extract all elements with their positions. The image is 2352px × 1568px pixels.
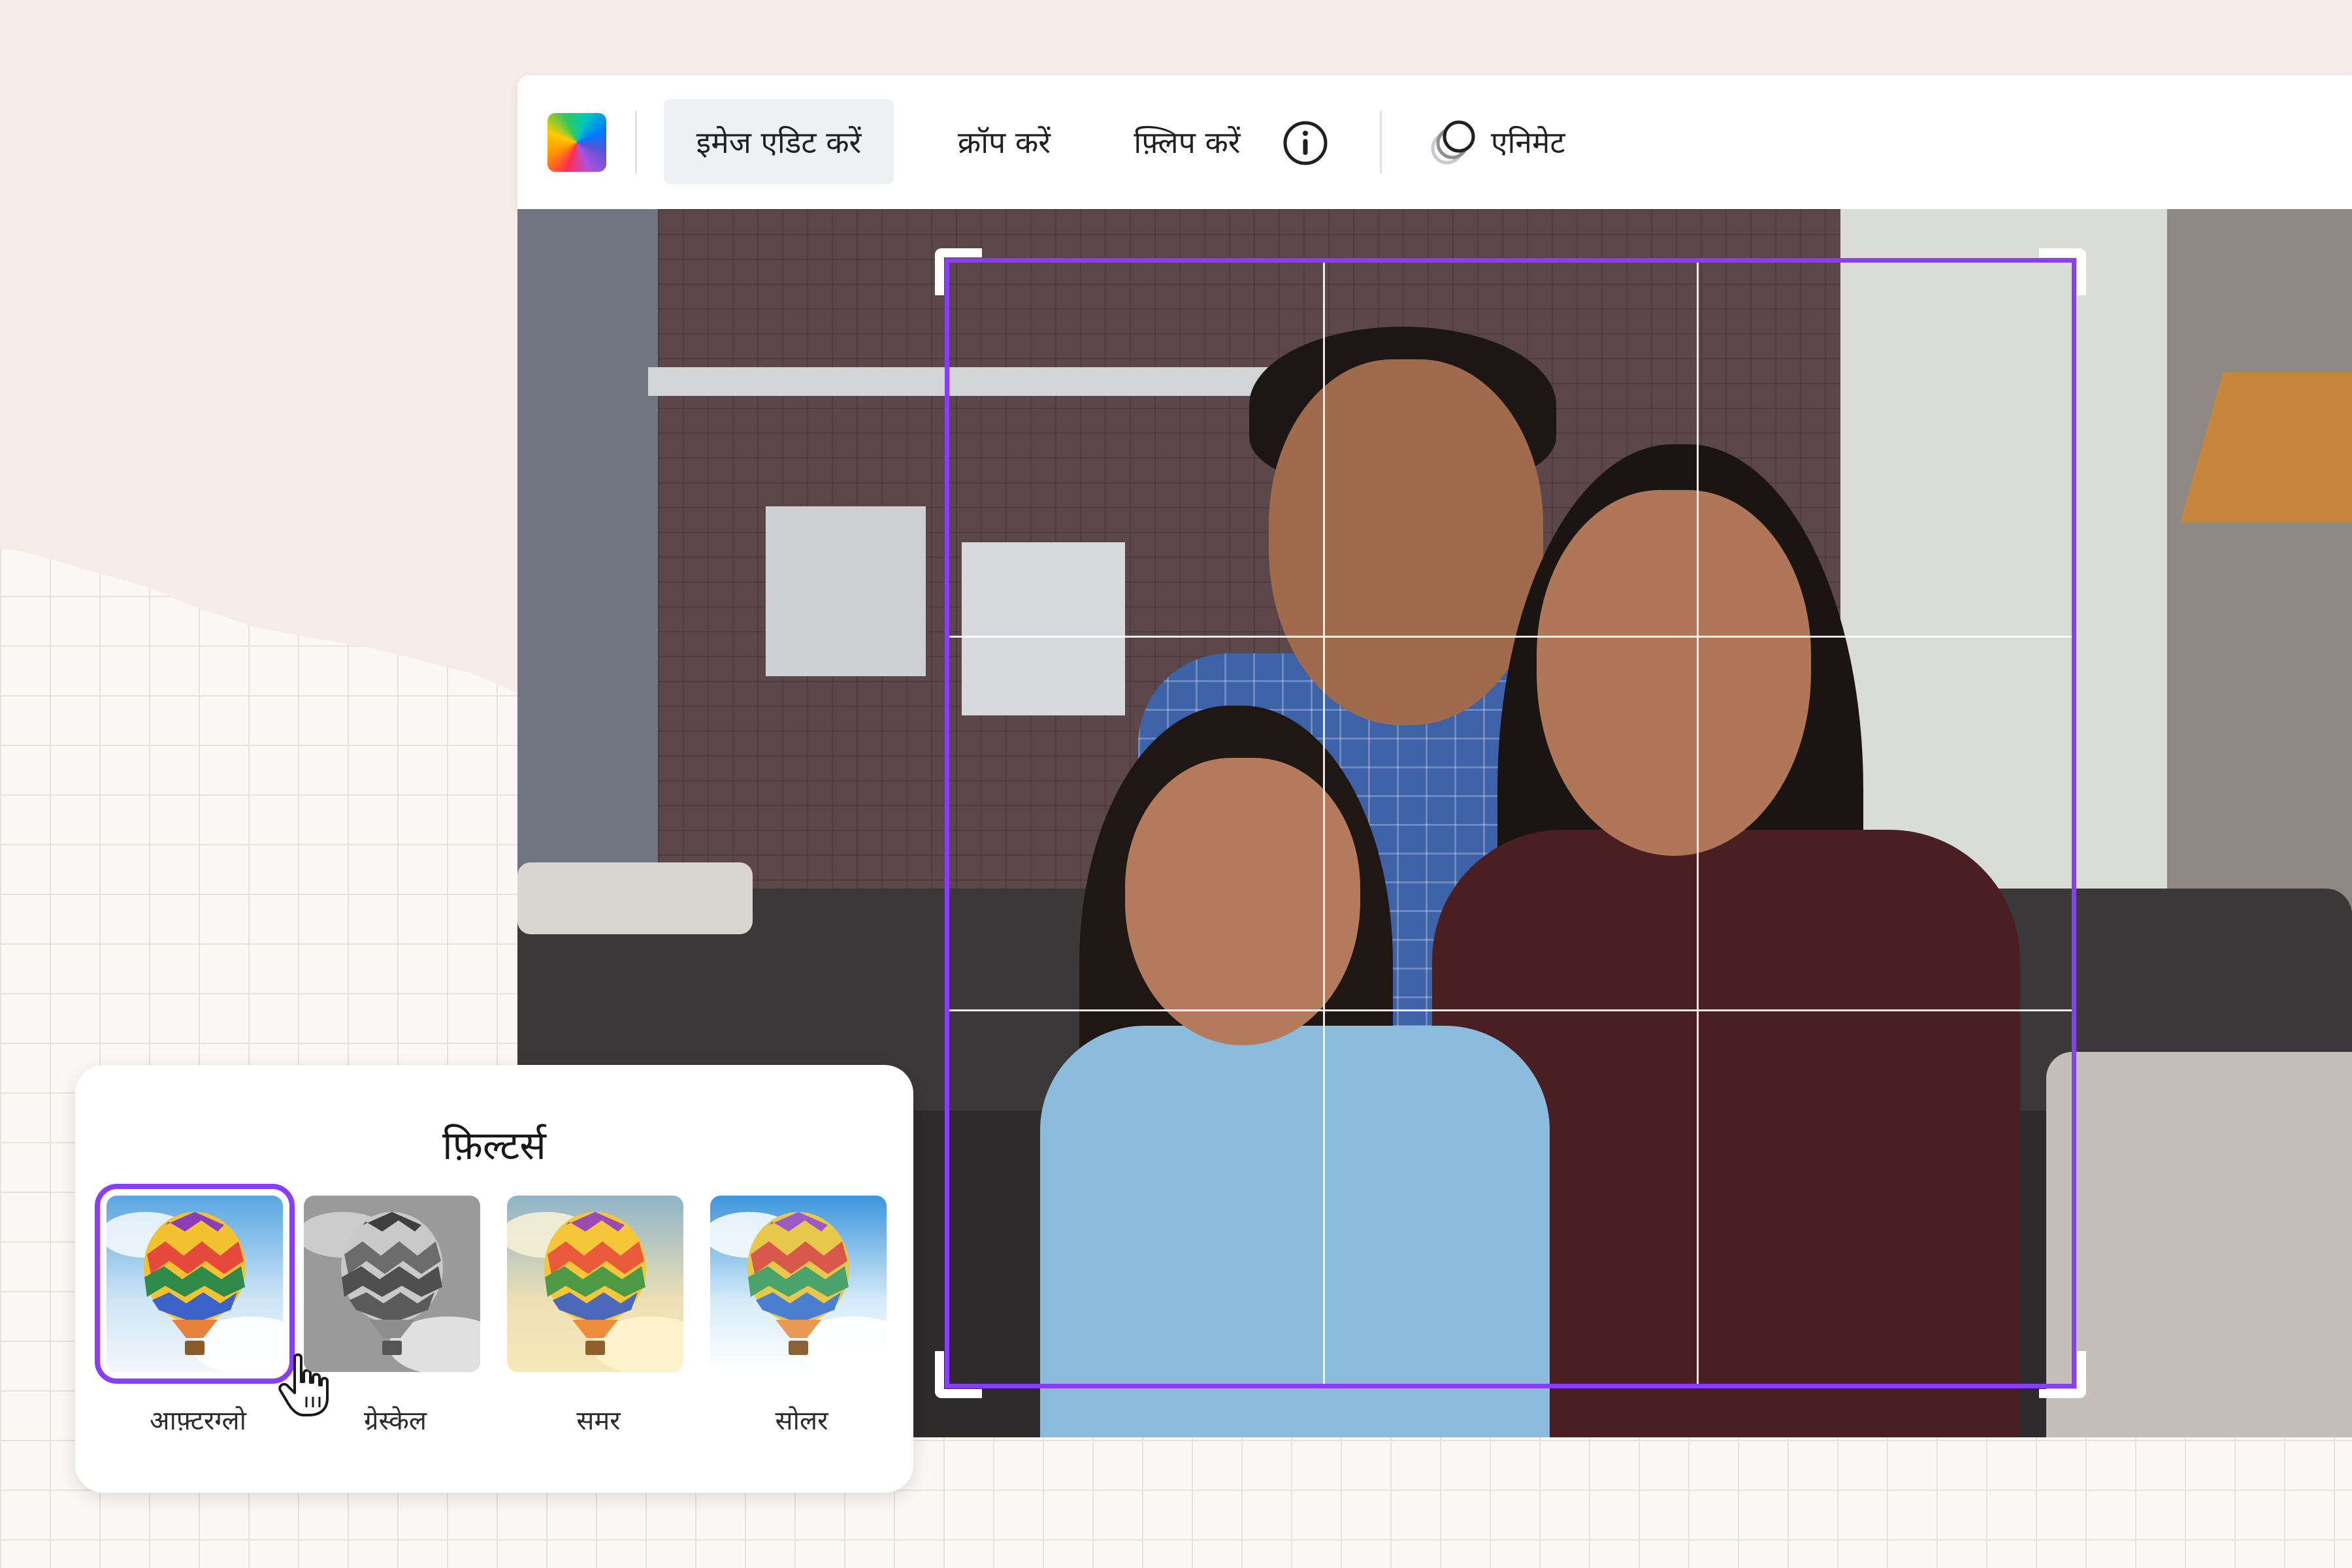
color-palette-icon[interactable] (547, 113, 606, 172)
photo-armrest (2046, 1052, 2352, 1437)
filter-solar[interactable]: सोलर (710, 1196, 893, 1436)
editor-toolbar: इमेज एडिट करें क्रॉप करें फ़्लिप करें एन… (517, 75, 2352, 209)
crop-grid-line (949, 1009, 2072, 1011)
filter-afterglow[interactable]: आफ़्टरग्लो (95, 1184, 329, 1436)
crop-handle-bottom-left[interactable] (935, 1351, 982, 1398)
crop-handle-bottom-right[interactable] (2039, 1351, 2086, 1398)
crop-frame[interactable] (935, 248, 2086, 1398)
edit-image-button[interactable]: इमेज एडिट करें (664, 99, 894, 184)
animate-button[interactable]: एनिमेट (1491, 99, 1602, 184)
crop-grid-line (1697, 263, 1699, 1384)
crop-button[interactable]: क्रॉप करें (923, 99, 1086, 184)
crop-handle-top-right[interactable] (2039, 248, 2086, 295)
balloon-thumbnail (95, 1184, 295, 1384)
balloon-thumbnail (304, 1196, 480, 1372)
animate-label: एनिमेट (1491, 125, 1565, 160)
filter-grayscale[interactable]: ग्रेस्केल (304, 1196, 487, 1436)
filter-summer[interactable]: समर (507, 1196, 690, 1436)
info-icon[interactable] (1282, 120, 1329, 167)
balloon-thumbnail (710, 1196, 887, 1372)
filters-title: फ़िल्टर्स (442, 1123, 546, 1169)
crop-handle-top-left[interactable] (935, 248, 982, 295)
photo-pillow (517, 862, 753, 934)
flip-label: फ़्लिप करें (1134, 125, 1241, 160)
filter-label: समर (576, 1406, 621, 1436)
crop-grid-line (1323, 263, 1326, 1384)
filter-label: आफ़्टरग्लो (149, 1406, 247, 1436)
edit-image-label: इमेज एडिट करें (696, 125, 862, 160)
toolbar-divider (635, 111, 637, 174)
filter-label: ग्रेस्केल (364, 1406, 427, 1436)
toolbar-divider (1380, 111, 1382, 174)
crop-grid-line (949, 636, 2072, 638)
animate-icon[interactable] (1429, 114, 1481, 167)
photo-frame (766, 506, 926, 676)
crop-label: क्रॉप करें (957, 125, 1051, 160)
filters-panel: फ़िल्टर्स आफ़्टरग्लो ग्रेस्केल समर सोलर (75, 1065, 913, 1493)
flip-button[interactable]: फ़्लिप करें (1099, 99, 1275, 184)
balloon-thumbnail (507, 1196, 683, 1372)
filter-label: सोलर (775, 1406, 828, 1436)
